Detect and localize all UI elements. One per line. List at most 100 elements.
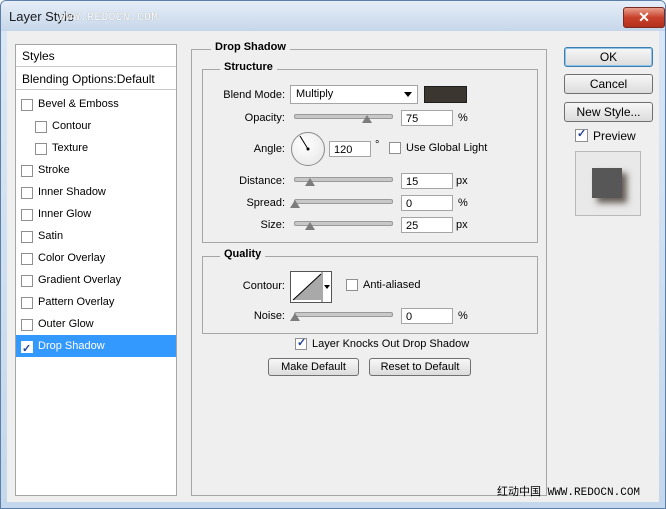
layer-knocks-out-checkbox[interactable]: ✓ — [295, 337, 307, 350]
preview-label: Preview — [593, 129, 636, 143]
checkbox[interactable] — [21, 187, 33, 199]
cancel-button[interactable]: Cancel — [564, 74, 653, 94]
contour-curve-icon — [292, 272, 330, 302]
style-item-gradient-overlay[interactable]: Gradient Overlay — [16, 269, 176, 291]
checkbox[interactable] — [35, 121, 47, 133]
spread-unit: % — [458, 197, 468, 209]
distance-unit: px — [456, 175, 468, 187]
checkbox[interactable] — [21, 275, 33, 287]
style-item-inner-shadow[interactable]: Inner Shadow — [16, 181, 176, 203]
checkbox[interactable] — [21, 297, 33, 309]
checkbox[interactable] — [35, 143, 47, 155]
anti-aliased-checkbox[interactable] — [346, 279, 358, 291]
preview-checkbox[interactable]: ✓ — [575, 128, 588, 142]
opacity-label: Opacity: — [244, 112, 285, 124]
checkbox[interactable] — [21, 209, 33, 221]
spread-slider-thumb[interactable] — [289, 200, 300, 208]
dialog-body: Styles Blending Options:Default Bevel & … — [7, 31, 659, 502]
checkmark-icon: ✓ — [577, 128, 587, 140]
styles-list: Styles Blending Options:Default Bevel & … — [15, 44, 177, 496]
anti-aliased-label: Anti-aliased — [363, 279, 421, 291]
style-item-label: Inner Shadow — [38, 186, 106, 198]
style-item-label: Stroke — [38, 164, 70, 176]
size-slider-thumb[interactable] — [304, 222, 315, 230]
ok-button[interactable]: OK — [564, 47, 653, 67]
opacity-slider[interactable] — [294, 114, 393, 119]
style-item-stroke[interactable]: Stroke — [16, 159, 176, 181]
title-bar[interactable]: Layer Style WWW.REDOCN.COM ✕ — [1, 1, 665, 31]
noise-slider-thumb[interactable] — [289, 313, 300, 321]
style-item-label: Contour — [52, 120, 92, 132]
style-item-label: Color Overlay — [38, 252, 106, 264]
style-item-pattern-overlay[interactable]: Pattern Overlay — [16, 291, 176, 313]
distance-slider-thumb[interactable] — [304, 178, 315, 186]
angle-dial-line — [299, 135, 310, 151]
use-global-light-checkbox[interactable] — [389, 142, 401, 154]
style-item-label: Texture — [52, 142, 89, 154]
angle-field[interactable]: 120 — [329, 141, 371, 157]
style-item-outer-glow[interactable]: Outer Glow — [16, 313, 176, 335]
spread-label: Spread: — [246, 197, 285, 209]
checkbox[interactable] — [21, 319, 33, 331]
contour-label: Contour: — [242, 280, 285, 292]
style-item-bevel-emboss[interactable]: Bevel & Emboss — [16, 93, 176, 115]
opacity-slider-thumb[interactable] — [361, 115, 372, 123]
reset-to-default-button[interactable]: Reset to Default — [369, 358, 471, 376]
noise-unit: % — [458, 310, 468, 322]
style-item-inner-glow[interactable]: Inner Glow — [16, 203, 176, 225]
structure-title: Structure — [220, 61, 277, 73]
chevron-down-icon — [404, 92, 412, 97]
style-item-label: Inner Glow — [38, 208, 92, 220]
checkmark-icon: ✓ — [22, 343, 32, 355]
style-item-label: Outer Glow — [38, 318, 94, 330]
spread-field[interactable]: 0 — [401, 195, 453, 211]
drop-shadow-title: Drop Shadow — [211, 41, 290, 53]
noise-field[interactable]: 0 — [401, 308, 453, 324]
distance-field[interactable]: 15 — [401, 173, 453, 189]
size-label: Size: — [260, 219, 285, 231]
checkbox[interactable]: ✓ — [21, 341, 33, 355]
checkbox[interactable] — [21, 165, 33, 177]
watermark-top: WWW.REDOCN.COM — [59, 12, 159, 24]
close-button[interactable]: ✕ — [623, 7, 665, 28]
layer-knocks-out-label: Layer Knocks Out Drop Shadow — [312, 338, 470, 350]
checkbox[interactable] — [21, 231, 33, 243]
style-item-texture[interactable]: Texture — [16, 137, 176, 159]
style-item-label: Bevel & Emboss — [38, 98, 119, 110]
quality-title: Quality — [220, 248, 266, 260]
checkbox[interactable] — [21, 253, 33, 265]
angle-dial[interactable] — [291, 132, 325, 166]
use-global-light-label: Use Global Light — [406, 142, 488, 154]
new-style-button[interactable]: New Style... — [564, 102, 653, 122]
opacity-field[interactable]: 75 — [401, 110, 453, 126]
style-item-label: Satin — [38, 230, 64, 242]
noise-label: Noise: — [253, 310, 285, 322]
spread-slider[interactable] — [294, 199, 393, 204]
blend-mode-label: Blend Mode: — [223, 89, 285, 101]
style-item-label: Pattern Overlay — [38, 296, 115, 308]
style-item-color-overlay[interactable]: Color Overlay — [16, 247, 176, 269]
make-default-button[interactable]: Make Default — [268, 358, 359, 376]
quality-group — [202, 256, 538, 334]
blending-options-item[interactable]: Blending Options:Default — [16, 68, 176, 90]
size-field[interactable]: 25 — [401, 217, 453, 233]
shadow-color-swatch[interactable] — [424, 86, 467, 103]
style-item-contour[interactable]: Contour — [16, 115, 176, 137]
opacity-unit: % — [458, 112, 468, 124]
blend-mode-select[interactable]: Multiply — [290, 85, 418, 104]
style-item-drop-shadow[interactable]: ✓ Drop Shadow — [16, 335, 176, 357]
style-item-satin[interactable]: Satin — [16, 225, 176, 247]
blend-mode-value: Multiply — [296, 88, 334, 100]
angle-label: Angle: — [253, 143, 285, 155]
preview-shadow-square — [592, 168, 622, 198]
style-item-label: Drop Shadow — [38, 340, 105, 352]
styles-header[interactable]: Styles — [16, 45, 176, 67]
checkbox[interactable] — [21, 99, 33, 111]
style-item-label: Gradient Overlay — [38, 274, 122, 286]
angle-unit: ° — [375, 139, 380, 151]
contour-picker[interactable] — [290, 271, 332, 303]
noise-slider[interactable] — [294, 312, 393, 317]
distance-label: Distance: — [239, 175, 285, 187]
layer-style-window: Layer Style WWW.REDOCN.COM ✕ Styles Blen… — [0, 0, 666, 509]
watermark-bottom: 红动中国 WWW.REDOCN.COM — [497, 487, 641, 499]
